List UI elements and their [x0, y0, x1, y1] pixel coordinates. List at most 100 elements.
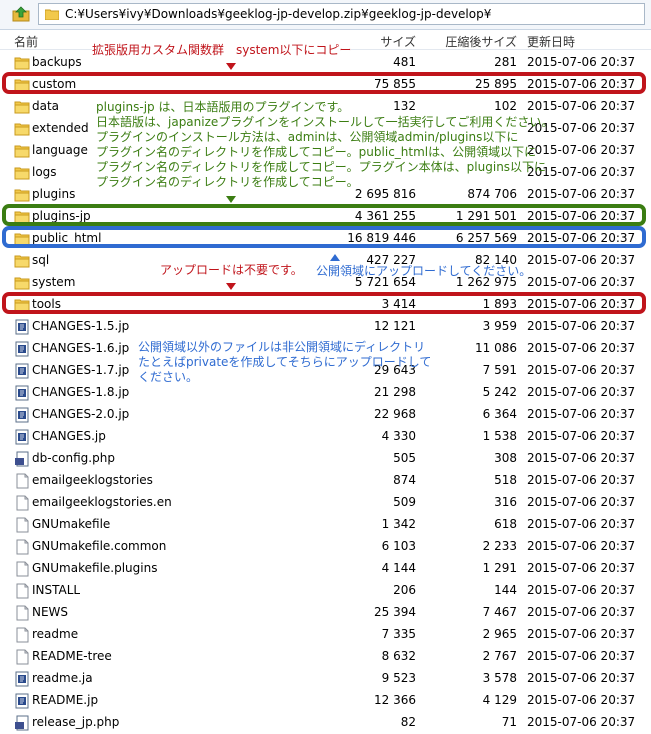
- file-size: 12 366: [374, 693, 416, 707]
- folder-icon: [14, 123, 30, 136]
- file-date: 2015-07-06 20:37: [527, 517, 636, 531]
- php-file-icon: [15, 715, 29, 731]
- file-row[interactable]: CHANGES-1.5.jp 12 121 3 959 2015-07-06 20:3…: [0, 316, 651, 338]
- file-name: readme: [32, 627, 79, 641]
- plugins-jp-note-line: plugins-jp は、日本語版用のプラグインです。: [96, 100, 350, 114]
- private-note: 公開領域以外のファイルは非公開領域にディレクトリ たとえばprivateを作成し…: [138, 340, 431, 385]
- file-date: 2015-07-06 20:37: [527, 583, 636, 597]
- plugins-jp-note-line: 日本語版は、japanizeプラグインをインストールして一括実行してご利用くださ…: [96, 115, 554, 129]
- file-compressed-size: 7 467: [482, 605, 517, 619]
- file-compressed-size: 6 364: [482, 407, 517, 421]
- document-icon: [15, 407, 29, 423]
- plugins-jp-note-line: プラグインのインストール方法は、adminは、公開領域admin/plugins…: [96, 130, 519, 144]
- file-row[interactable]: CHANGES.jp 4 330 1 538 2015-07-06 20:37: [0, 426, 651, 448]
- file-row[interactable]: README-tree 8 632 2 767 2015-07-06 20:37: [0, 646, 651, 668]
- file-date: 2015-07-06 20:37: [527, 539, 636, 553]
- file-compressed-size: 2 965: [482, 627, 517, 641]
- file-row[interactable]: CHANGES-1.8.jp 21 298 5 242 2015-07-06 20:3…: [0, 382, 651, 404]
- file-size: 12 121: [374, 319, 416, 333]
- file-icon: [16, 605, 29, 621]
- file-compressed-size: 618: [494, 517, 517, 531]
- file-date: 2015-07-06 20:37: [527, 319, 636, 333]
- file-compressed-size: 3 959: [482, 319, 517, 333]
- plugins-jp-note-line: プラグイン名のディレクトリを作成してコピー。プラグイン本体は、plugins以下…: [96, 160, 547, 174]
- file-compressed-size: 3 578: [482, 671, 517, 685]
- file-row[interactable]: readme.ja 9 523 3 578 2015-07-06 20:37: [0, 668, 651, 690]
- folder-icon: [14, 57, 30, 70]
- private-note-line: たとえばprivateを作成してそちらにアップロードして: [138, 355, 432, 369]
- file-date: 2015-07-06 20:37: [527, 649, 636, 663]
- file-name: INSTALL: [32, 583, 81, 597]
- plugins-jp-note-line: プラグイン名のディレクトリを作成してコピー。: [96, 175, 359, 189]
- file-icon: [16, 539, 29, 555]
- file-row[interactable]: readme 7 335 2 965 2015-07-06 20:37: [0, 624, 651, 646]
- highlight-plugins-jp: [2, 204, 646, 226]
- document-icon: [15, 693, 29, 709]
- file-name: GNUmakefile.plugins: [32, 561, 158, 575]
- file-row[interactable]: emailgeeklogstories 874 518 2015-07-06 20:3…: [0, 470, 651, 492]
- highlight-custom: [2, 72, 646, 94]
- up-folder-icon[interactable]: [12, 6, 30, 22]
- arrow-custom: [226, 63, 236, 70]
- address-bar: C:¥Users¥ivy¥Downloads¥geeklog-jp-develo…: [0, 0, 651, 30]
- file-date: 2015-07-06 20:37: [527, 473, 636, 487]
- arrow-public-html: [330, 254, 340, 261]
- file-size: 4 330: [381, 429, 416, 443]
- file-compressed-size: 316: [494, 495, 517, 509]
- file-name: GNUmakefile: [32, 517, 111, 531]
- file-row[interactable]: GNUmakefile.plugins 4 144 1 291 2015-07-06 …: [0, 558, 651, 580]
- private-note-line: ください。: [138, 370, 199, 384]
- file-row[interactable]: NEWS 25 394 7 467 2015-07-06 20:37: [0, 602, 651, 624]
- file-name: CHANGES-1.8.jp: [32, 385, 130, 399]
- column-name[interactable]: 名前: [14, 33, 38, 50]
- file-compressed-size: 1 538: [482, 429, 517, 443]
- file-row[interactable]: CHANGES-2.0.jp 22 968 6 364 2015-07-06 20:3…: [0, 404, 651, 426]
- file-date: 2015-07-06 20:37: [527, 693, 636, 707]
- column-compressed-size[interactable]: 圧縮後サイズ: [445, 33, 517, 50]
- plugins-jp-note-line: プラグイン名のディレクトリを作成してコピー。public_htmlは、公開領域以…: [96, 145, 537, 159]
- file-name: emailgeeklogstories.en: [32, 495, 172, 509]
- document-icon: [15, 429, 29, 445]
- file-icon: [16, 627, 29, 643]
- file-icon: [16, 473, 29, 489]
- column-size[interactable]: サイズ: [380, 33, 416, 50]
- document-icon: [15, 341, 29, 357]
- file-date: 2015-07-06 20:37: [527, 341, 636, 355]
- file-name: readme.ja: [32, 671, 93, 685]
- folder-icon: [14, 255, 30, 268]
- file-date: 2015-07-06 20:37: [527, 55, 636, 69]
- file-compressed-size: 5 242: [482, 385, 517, 399]
- highlight-tools: [2, 292, 646, 314]
- document-icon: [15, 363, 29, 379]
- tools-note: アップロードは不要です。: [160, 263, 303, 277]
- file-name: system: [32, 275, 76, 289]
- file-date: 2015-07-06 20:37: [527, 671, 636, 685]
- file-name: CHANGES-1.7.jp: [32, 363, 130, 377]
- file-row[interactable]: release_jp.php 82 71 2015-07-06 20:37: [0, 712, 651, 734]
- file-compressed-size: 281: [494, 55, 517, 69]
- document-icon: [15, 671, 29, 687]
- address-field[interactable]: C:¥Users¥ivy¥Downloads¥geeklog-jp-develo…: [38, 3, 645, 25]
- file-row[interactable]: INSTALL 206 144 2015-07-06 20:37: [0, 580, 651, 602]
- file-date: 2015-07-06 20:37: [527, 715, 636, 729]
- folder-icon: [45, 9, 59, 20]
- file-name: logs: [32, 165, 57, 179]
- file-icon: [16, 583, 29, 599]
- file-icon: [16, 649, 29, 665]
- file-date: 2015-07-06 20:37: [527, 429, 636, 443]
- file-date: 2015-07-06 20:37: [527, 451, 636, 465]
- file-row[interactable]: emailgeeklogstories.en 509 316 2015-07-06 2…: [0, 492, 651, 514]
- arrow-tools: [226, 283, 236, 290]
- file-row[interactable]: db-config.php 505 308 2015-07-06 20:37: [0, 448, 651, 470]
- file-name: release_jp.php: [32, 715, 120, 729]
- file-name: plugins: [32, 187, 76, 201]
- file-size: 4 144: [381, 561, 416, 575]
- file-compressed-size: 518: [494, 473, 517, 487]
- file-name: language: [32, 143, 88, 157]
- file-row[interactable]: GNUmakefile 1 342 618 2015-07-06 20:37: [0, 514, 651, 536]
- column-date[interactable]: 更新日時: [527, 33, 575, 50]
- folder-icon: [14, 167, 30, 180]
- file-row[interactable]: GNUmakefile.common 6 103 2 233 2015-07-06 2…: [0, 536, 651, 558]
- file-row[interactable]: README.jp 12 366 4 129 2015-07-06 20:37: [0, 690, 651, 712]
- file-date: 2015-07-06 20:37: [527, 363, 636, 377]
